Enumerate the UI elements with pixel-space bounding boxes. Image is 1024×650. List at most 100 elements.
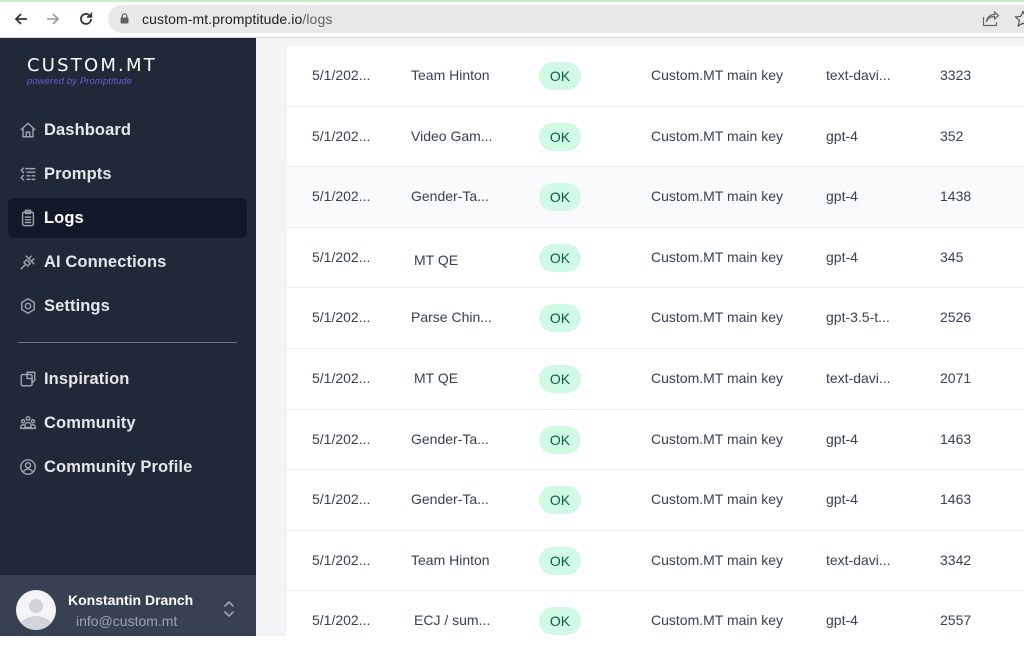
sidebar-item-inspiration[interactable]: Inspiration [8,359,247,399]
log-tokens: 2071 [940,370,972,386]
sidebar-item-label: Community Profile [44,457,193,476]
sidebar-item-label: Community [44,413,136,432]
log-date: 5/1/202... [312,551,371,568]
prompts-list-icon [18,164,38,184]
log-prompt-name[interactable]: Gender-Ta... [411,188,489,204]
log-model: text-davi... [826,370,891,386]
status-badge: OK [539,546,581,575]
log-date: 5/1/202... [312,248,371,265]
log-model: text-davi... [826,551,891,568]
users-icon [18,413,38,433]
user-menu[interactable]: Konstantin Dranch info@custom.mt [0,575,256,636]
log-date: 5/1/202... [312,67,371,83]
log-api-key: Custom.MT main key [651,127,783,144]
log-prompt-name[interactable]: Gender-Ta... [411,491,489,507]
log-tokens: 3342 [940,551,972,568]
chevron-up-down-icon[interactable] [222,599,236,619]
arrow-right-icon [47,13,60,25]
sidebar-item-community-profile[interactable]: Community Profile [8,447,247,487]
log-model: gpt-4 [826,188,858,205]
table-row[interactable]: 5/1/202... Team Hinton Custom.MT main key t… [287,529,1024,590]
log-tokens: 345 [940,248,964,265]
log-prompt-name[interactable]: Parse Chin... [411,309,492,325]
address-bar[interactable]: custom-mt.promptitude.io/logs [108,5,1024,33]
table-row[interactable]: 5/1/202... MT QE Custom.MT main key gpt-4 34… [287,226,1024,287]
main-content: 5/1/202... Team Hinton Custom.MT main key t… [256,38,1024,646]
sidebar-item-label: Prompts [44,164,112,183]
log-api-key: Custom.MT main key [651,248,783,265]
table-row[interactable]: 5/1/202... Team Hinton Custom.MT main key t… [287,45,1024,105]
browser-toolbar: custom-mt.promptitude.io/logs [0,0,1024,38]
log-api-key: Custom.MT main key [651,188,783,205]
sidebar-item-label: Inspiration [44,369,130,388]
table-row[interactable]: 5/1/202... Gender-Ta... Custom.MT main key… [287,408,1024,469]
status-badge: OK [539,122,581,151]
share-icon[interactable] [982,11,1000,27]
clipboard-icon [18,208,38,228]
log-model: gpt-4 [826,127,858,144]
log-date: 5/1/202... [312,127,371,144]
status-badge: OK [539,365,581,393]
log-api-key: Custom.MT main key [651,67,783,83]
table-row[interactable]: 5/1/202... ECJ / sum... Custom.MT main key… [287,590,1024,650]
sidebar-item-ai-connections[interactable]: AI Connections [8,242,247,282]
log-prompt-name[interactable]: Gender-Ta... [411,431,489,447]
log-prompt-name[interactable]: MT QE [414,370,458,386]
user-email: info@custom.mt [76,613,178,629]
log-model: gpt-4 [826,430,858,447]
sidebar-item-community[interactable]: Community [8,403,247,443]
sidebar-item-settings[interactable]: Settings [8,286,247,326]
sidebar-item-prompts[interactable]: Prompts [8,154,247,194]
log-prompt-name[interactable]: Video Gam... [411,128,492,144]
inspiration-icon [18,369,38,389]
forward-button[interactable] [40,7,66,31]
table-row[interactable]: 5/1/202... Video Gam... Custom.MT main key… [287,105,1024,166]
reload-button[interactable] [73,7,99,31]
avatar-head [29,599,43,613]
status-badge: OK [539,425,581,454]
sidebar-divider [18,342,237,343]
log-date: 5/1/202... [312,430,371,447]
log-tokens: 1463 [940,430,972,447]
reload-icon [80,12,93,25]
log-model: gpt-4 [826,248,858,265]
status-badge: OK [539,304,581,333]
log-api-key: Custom.MT main key [651,430,783,447]
table-row[interactable]: 5/1/202... MT QE Custom.MT main key text-da… [287,348,1024,408]
back-button[interactable] [8,7,34,31]
url-text: custom-mt.promptitude.io/logs [142,11,333,27]
star-icon[interactable] [1014,10,1024,28]
log-prompt-name[interactable]: ECJ / sum... [414,612,490,628]
log-date: 5/1/202... [312,309,371,326]
brand-wordmark: CUSTOM.MT [27,55,157,76]
gear-icon [18,296,38,316]
brand-tagline: powered by Promptitude [27,76,133,87]
log-prompt-name[interactable]: Team Hinton [411,67,490,83]
log-model: gpt-4 [826,612,858,629]
log-date: 5/1/202... [312,188,371,205]
log-api-key: Custom.MT main key [651,309,783,326]
log-prompt-name[interactable]: Team Hinton [411,552,490,568]
log-date: 5/1/202... [312,370,371,386]
log-api-key: Custom.MT main key [651,491,783,508]
table-row[interactable]: 5/1/202... Gender-Ta... Custom.MT main key… [287,469,1024,529]
log-api-key: Custom.MT main key [651,370,783,386]
log-tokens: 2526 [940,309,972,326]
status-badge: OK [539,62,581,90]
log-api-key: Custom.MT main key [651,612,783,629]
avatar [16,590,56,630]
log-prompt-name[interactable]: MT QE [414,252,458,268]
log-model: gpt-3.5-t... [826,309,890,326]
sidebar-item-logs[interactable]: Logs [8,198,247,238]
status-badge: OK [539,607,581,636]
log-model: gpt-4 [826,491,858,508]
user-circle-icon [18,457,38,477]
log-tokens: 1438 [940,188,972,205]
brand-logo[interactable]: CUSTOM.MT powered by Promptitude [27,55,157,87]
plug-icon [18,252,38,272]
sidebar-item-dashboard[interactable]: Dashboard [8,110,247,150]
table-row[interactable]: 5/1/202... Parse Chin... Custom.MT main ke… [287,287,1024,347]
table-row[interactable]: 5/1/202... Gender-Ta... Custom.MT main key… [287,166,1024,227]
sidebar-item-label: Dashboard [44,120,132,139]
log-api-key: Custom.MT main key [651,551,783,568]
